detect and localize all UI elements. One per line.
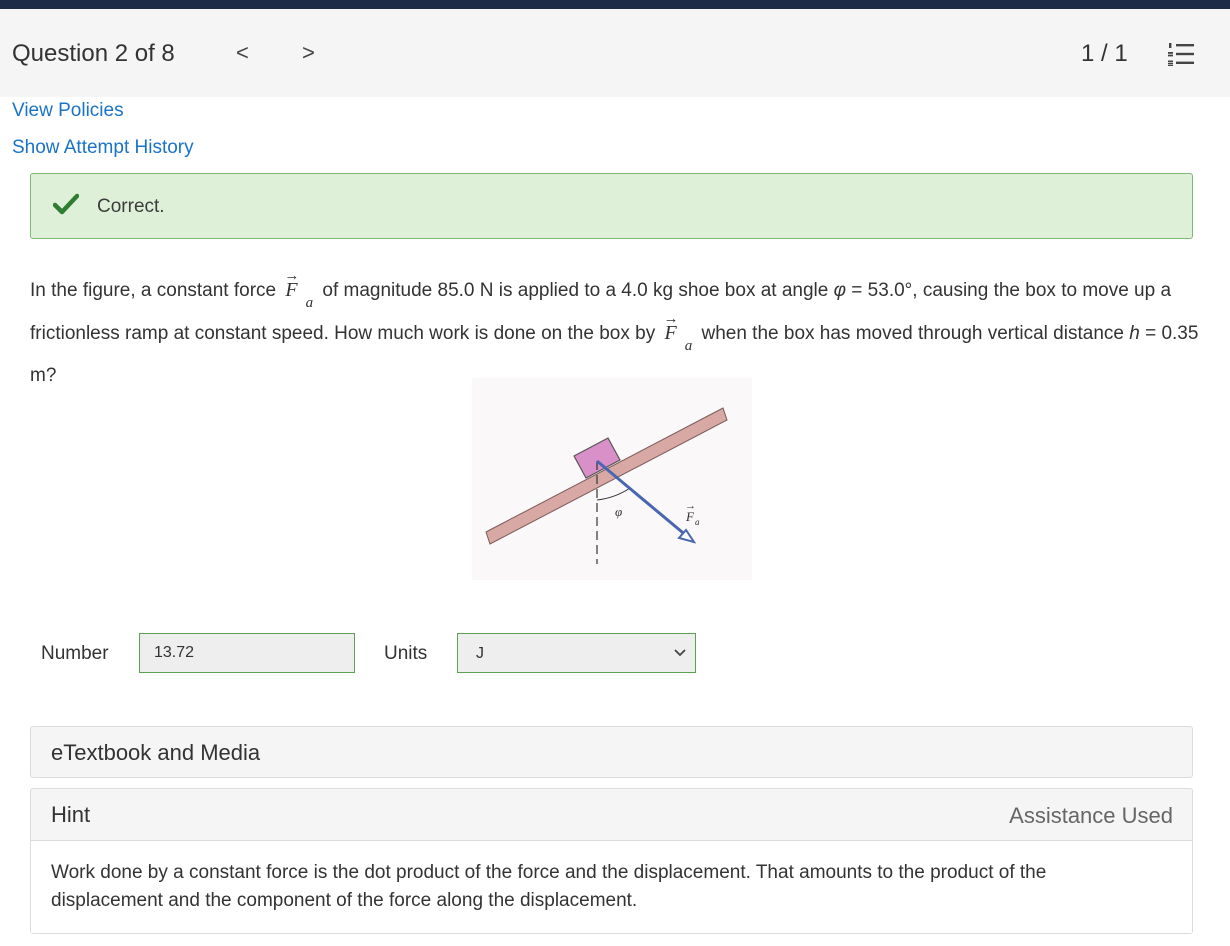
top-bar [0, 0, 1230, 9]
vector-subscript: a [305, 295, 314, 311]
force-vector-symbol: → Fa [660, 311, 696, 358]
question-text-part: In the figure, a constant force [30, 280, 282, 301]
correct-feedback-banner: Correct. [30, 173, 1193, 239]
hint-body: Work done by a constant force is the dot… [31, 840, 1192, 933]
question-text: In the figure, a constant force → Fa of m… [30, 268, 1200, 394]
force-vector-symbol: → Fa [281, 268, 317, 315]
previous-question-button[interactable]: < [236, 40, 249, 66]
chevron-down-icon [674, 649, 686, 657]
assistance-used-label: Assistance Used [1009, 803, 1173, 828]
next-question-button[interactable]: > [302, 40, 315, 66]
list-numbered-icon[interactable] [1167, 42, 1195, 66]
phi-symbol: φ [833, 280, 847, 301]
question-text-part: when the box has moved through vertical … [696, 323, 1130, 344]
question-title: Question 2 of 8 [12, 40, 175, 67]
force-label-subscript: a [695, 517, 700, 527]
number-input[interactable] [139, 633, 355, 673]
hint-panel: Hint Assistance Used Work done by a cons… [30, 788, 1193, 934]
attempt-counter: 1 / 1 [1081, 40, 1128, 67]
etextbook-panel[interactable]: eTextbook and Media [30, 726, 1193, 778]
feedback-text: Correct. [97, 196, 165, 217]
number-label: Number [41, 643, 109, 664]
ramp-figure: φ → F a [472, 378, 752, 580]
vector-arrow: → [284, 268, 300, 284]
checkmark-icon [53, 193, 79, 215]
units-label: Units [384, 643, 428, 664]
h-symbol: h [1129, 323, 1140, 344]
question-text-part: of magnitude 85.0 N is applied to a 4.0 … [317, 280, 834, 301]
vector-arrow: → [663, 311, 679, 327]
hint-title[interactable]: Hint [51, 802, 90, 828]
units-selected-value: J [476, 645, 484, 662]
force-label: F [685, 509, 695, 524]
view-policies-link[interactable]: View Policies [12, 100, 124, 122]
question-header: Question 2 of 8 < > 1 / 1 [0, 9, 1230, 97]
show-attempt-history-link[interactable]: Show Attempt History [12, 137, 194, 159]
units-select[interactable]: J [457, 633, 696, 673]
etextbook-title: eTextbook and Media [51, 740, 261, 765]
hint-text: Work done by a constant force is the dot… [51, 862, 1047, 911]
vector-subscript: a [684, 338, 693, 354]
phi-label: φ [615, 504, 622, 519]
